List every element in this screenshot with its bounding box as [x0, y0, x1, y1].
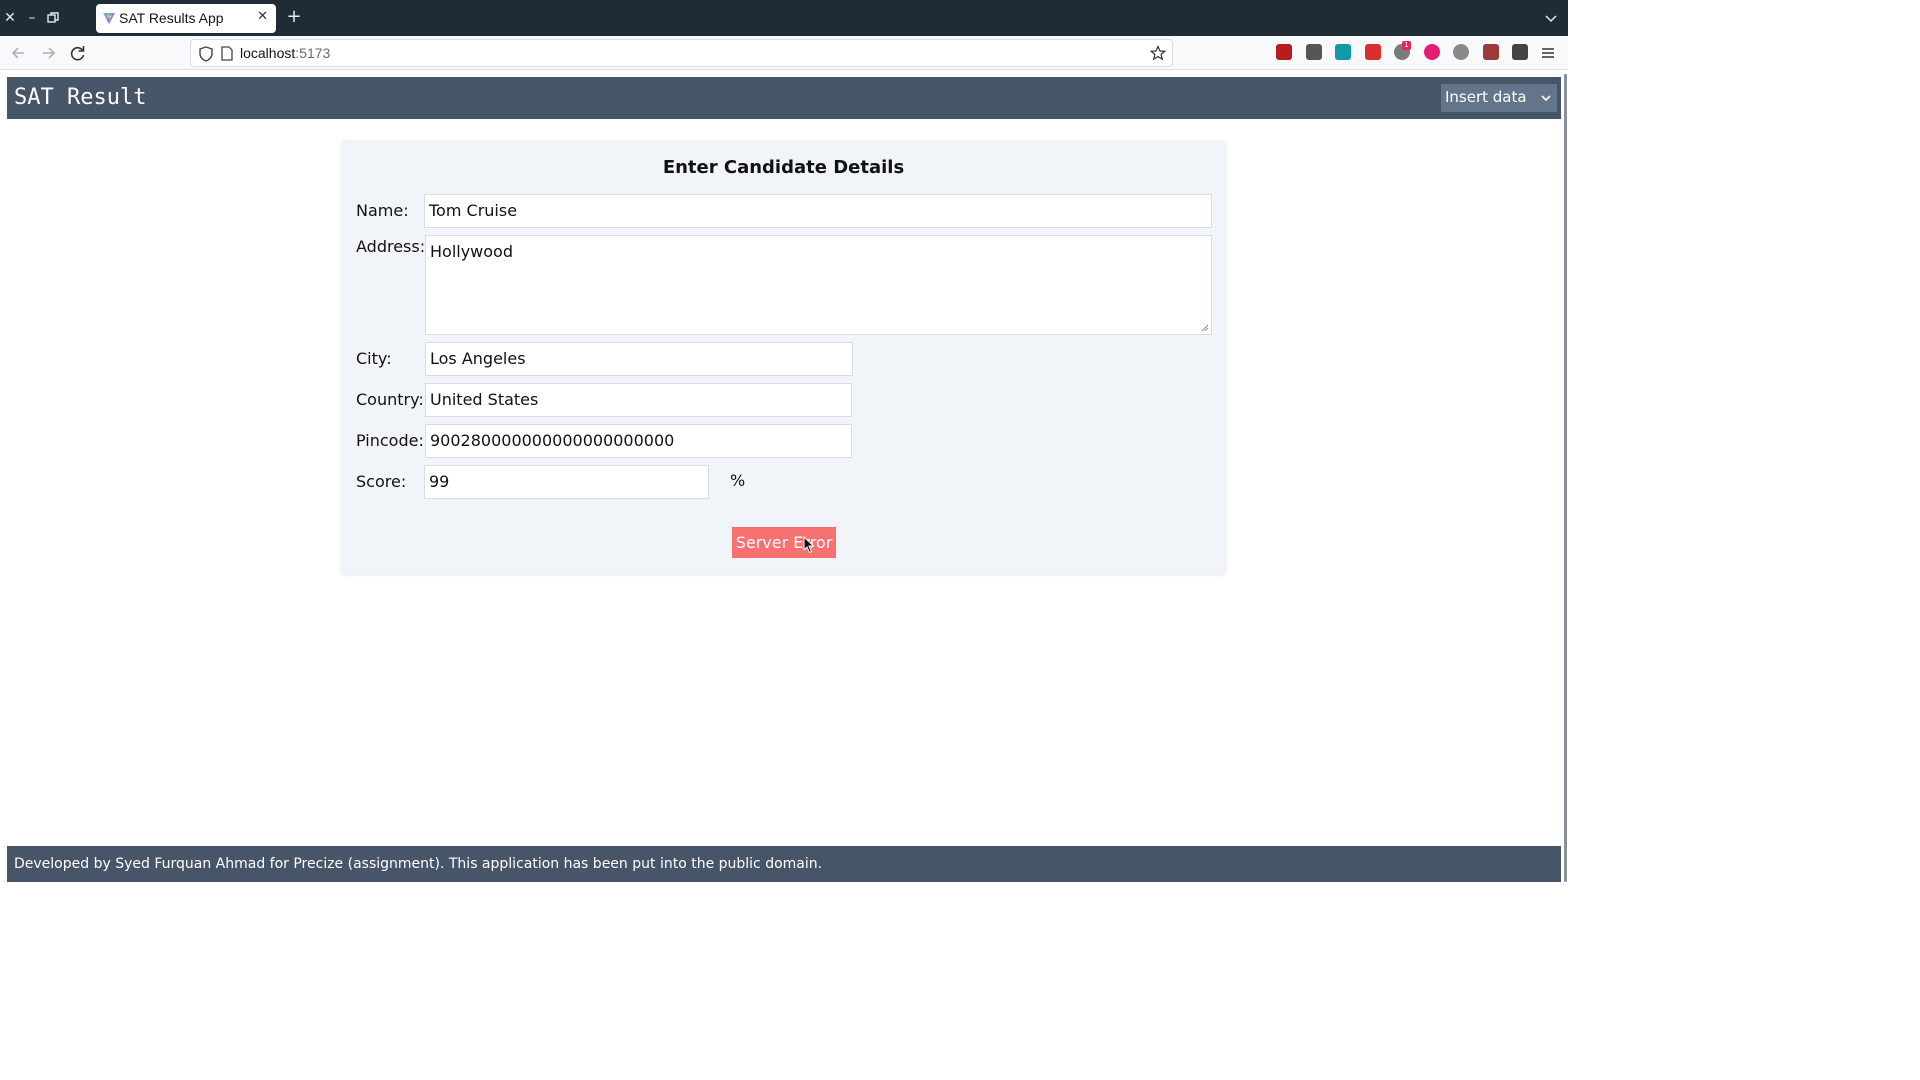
- url-host: localhost: [240, 45, 296, 61]
- browser-titlebar: ✕ – SAT Results App ✕ +: [0, 0, 1568, 36]
- reload-icon[interactable]: [67, 42, 89, 64]
- vite-favicon-icon: [103, 12, 115, 24]
- play-icon[interactable]: [1423, 44, 1440, 60]
- scrollbar-thumb[interactable]: [1564, 74, 1567, 882]
- country-label: Country:: [356, 390, 424, 409]
- pincode-label: Pincode:: [356, 431, 424, 450]
- close-window-icon[interactable]: ✕: [2, 9, 18, 27]
- restore-window-icon[interactable]: [45, 9, 61, 27]
- tab-title: SAT Results App: [119, 10, 224, 26]
- page-info-icon[interactable]: [221, 46, 233, 61]
- mode-select[interactable]: Insert data: [1441, 84, 1557, 112]
- extension-icon-8[interactable]: [1482, 44, 1499, 60]
- footer-text: Developed by Syed Furquan Ahmad for Prec…: [14, 856, 823, 872]
- score-unit: %: [730, 471, 746, 490]
- name-label: Name:: [356, 201, 409, 220]
- candidate-form: Enter Candidate Details Name: Tom Cruise…: [341, 140, 1226, 574]
- chevron-down-icon: [1541, 95, 1551, 102]
- pincode-input[interactable]: 900280000000000000000000: [425, 424, 852, 458]
- score-label: Score:: [356, 472, 407, 491]
- url-port: :5173: [295, 45, 331, 61]
- name-input[interactable]: Tom Cruise: [424, 194, 1212, 228]
- tab-close-icon[interactable]: ✕: [257, 9, 268, 24]
- back-icon[interactable]: [8, 42, 30, 64]
- forward-icon[interactable]: [37, 42, 59, 64]
- app-title: SAT Result: [14, 85, 147, 110]
- country-input[interactable]: United States: [425, 383, 852, 417]
- chevron-down-icon[interactable]: [1542, 9, 1560, 27]
- app-footer: Developed by Syed Furquan Ahmad for Prec…: [7, 846, 1561, 882]
- city-input[interactable]: Los Angeles: [425, 342, 853, 376]
- url-text[interactable]: localhost:5173: [240, 45, 330, 61]
- score-input[interactable]: 99: [424, 465, 709, 499]
- save-icon[interactable]: [1335, 44, 1351, 60]
- submit-button[interactable]: Server Error: [732, 527, 836, 558]
- city-label: City:: [356, 349, 392, 368]
- extensions-puzzle-icon[interactable]: [1512, 44, 1528, 60]
- address-value: Hollywood: [430, 242, 513, 261]
- tracking-shield-icon[interactable]: [199, 46, 213, 62]
- globe-icon[interactable]: [1453, 44, 1469, 60]
- ublock-icon[interactable]: [1276, 44, 1292, 60]
- form-heading: Enter Candidate Details: [662, 157, 905, 178]
- bookmark-star-icon[interactable]: [1150, 45, 1166, 61]
- mode-select-value: Insert data: [1445, 88, 1527, 106]
- mouse-cursor-icon: [803, 536, 815, 554]
- address-textarea[interactable]: Hollywood: [425, 235, 1212, 335]
- menu-hamburger-icon[interactable]: [1540, 45, 1556, 61]
- page-scrollbar[interactable]: [1563, 70, 1568, 882]
- extension-icon-4[interactable]: [1364, 44, 1381, 60]
- extension-icon-2[interactable]: [1305, 44, 1322, 60]
- app-header: SAT Result Insert data: [7, 77, 1561, 119]
- new-tab-icon[interactable]: +: [284, 7, 304, 27]
- browser-tab[interactable]: SAT Results App ✕: [96, 4, 276, 33]
- resize-grip-icon[interactable]: [1201, 324, 1209, 332]
- notification-badge: 1: [1402, 41, 1411, 50]
- address-label: Address:: [356, 237, 426, 256]
- url-bar[interactable]: localhost:5173: [190, 39, 1173, 67]
- browser-navbar: localhost:5173 1: [0, 36, 1568, 70]
- minimize-window-icon[interactable]: –: [24, 9, 40, 27]
